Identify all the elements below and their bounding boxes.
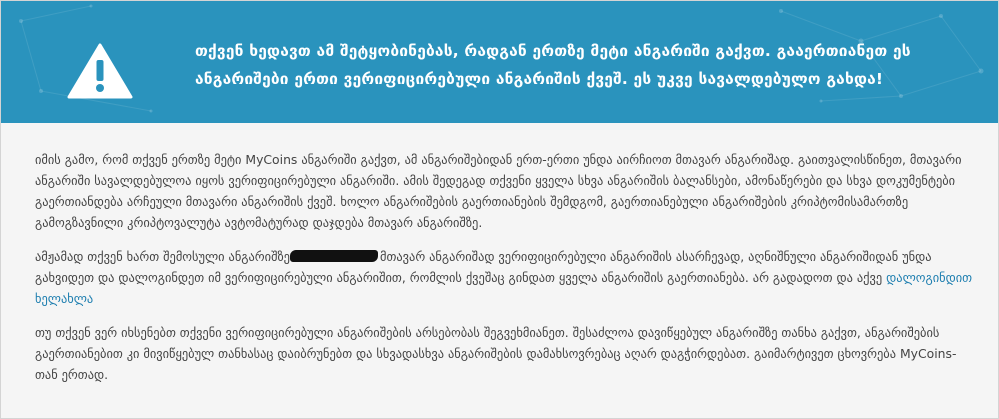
- instructions-content: იმის გამო, რომ თქვენ ერთზე მეტი MyCoins …: [35, 149, 975, 398]
- paragraph-current-account-text: ამჟამად თქვენ ხართ შემოსული ანგარიშზე: [35, 249, 290, 264]
- warning-message: თქვენ ხედავთ ამ შეტყობინებას, რადგან ერთ…: [195, 42, 911, 88]
- paragraph-primary-account-explanation: იმის გამო, რომ თქვენ ერთზე მეტი MyCoins …: [35, 152, 962, 230]
- paragraph-forgotten-accounts: თუ თქვენ ვერ იხსენებთ თქვენი ვერიფიცირებ…: [35, 325, 957, 382]
- merge-accounts-page: თქვენ ხედავთ ამ შეტყობინებას, რადგან ერთ…: [0, 0, 999, 419]
- redacted-account-name: [289, 250, 378, 262]
- paragraph-current-account: ამჟამად თქვენ ხართ შემოსული ანგარიშზე მთა…: [35, 246, 975, 309]
- warning-triangle-icon: [67, 43, 133, 99]
- warning-banner: თქვენ ხედავთ ამ შეტყობინებას, რადგან ერთ…: [1, 1, 998, 123]
